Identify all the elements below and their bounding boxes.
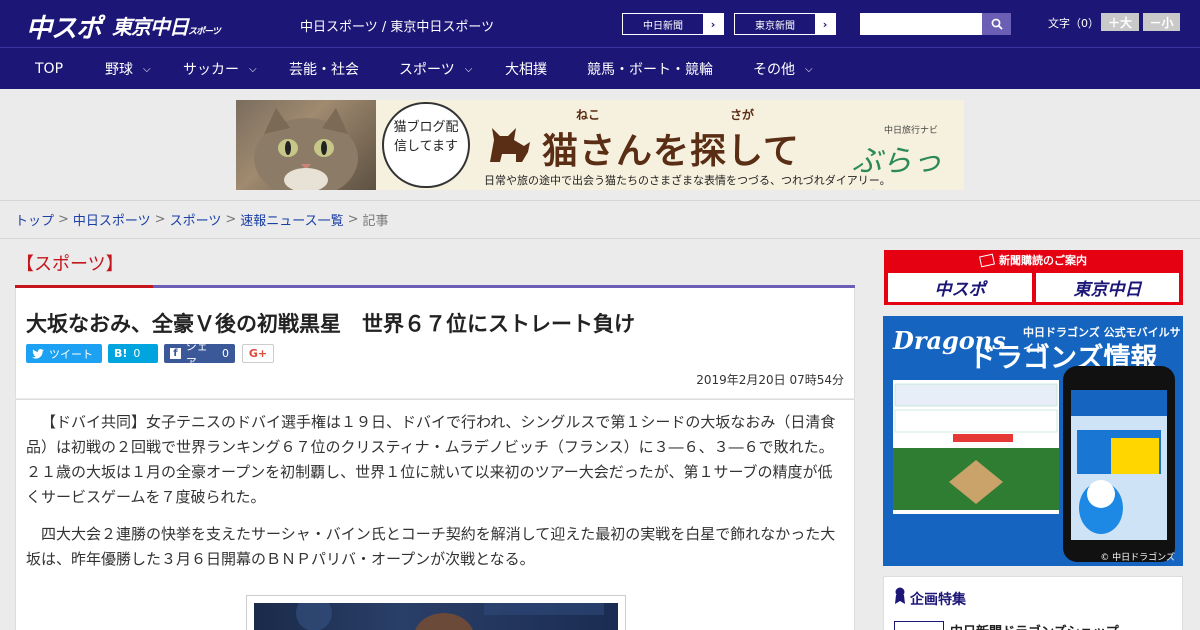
article-headline: 大坂なおみ、全豪Ｖ後の初戦黒星 世界６７位にストレート負け <box>26 312 635 336</box>
article-header: 大坂なおみ、全豪Ｖ後の初戦黒星 世界６７位にストレート負け ツイート B! 0 … <box>15 288 855 398</box>
search-icon <box>991 18 1003 30</box>
site-header: 中スポ 東京中日スポーツ 中日スポーツ / 東京中日スポーツ 中日新聞 › 東京… <box>0 0 1200 47</box>
search-button[interactable] <box>982 13 1011 35</box>
nav-label: TOP <box>35 61 64 77</box>
article-photo-frame <box>246 595 626 630</box>
feature-box: 企画特集 中日新聞ドラゴンズショップ <box>883 576 1183 630</box>
ruby-neko: ねこ <box>576 108 601 122</box>
cat-blog-banner-ad[interactable]: 猫ブログ配信してます ねこ さが 猫さんを探して 中日旅行ナビ ぶらっ人 日常や… <box>236 100 964 190</box>
nav-label: スポーツ <box>399 62 455 78</box>
link-label: 東京新聞 <box>755 20 795 32</box>
facebook-count: 0 <box>222 347 229 360</box>
article-photo-image <box>296 603 604 630</box>
chevron-down-icon: ⌵ <box>464 63 473 75</box>
nav-label: 芸能・社会 <box>289 62 359 78</box>
facebook-icon: f <box>170 348 181 359</box>
chevron-right-icon: › <box>815 14 835 34</box>
breadcrumb-chunichi-sports[interactable]: 中日スポーツ <box>73 210 151 229</box>
mascot-image <box>1071 390 1167 534</box>
dragons-mobile-ad[interactable]: Dragons 中日ドラゴンズ 公式モバイルサイト ドラゴンズ情報 © 中日ドラ… <box>883 316 1183 566</box>
nav-baseball[interactable]: 野球 ⌵ <box>105 48 151 90</box>
cat-silhouette-icon <box>490 128 530 162</box>
chunichi-shimbun-link[interactable]: 中日新聞 › <box>622 13 724 35</box>
nav-label: 野球 <box>105 62 133 78</box>
ribbon-icon <box>895 587 905 604</box>
nav-label: その他 <box>753 62 795 78</box>
blog-speech-bubble: 猫ブログ配信してます <box>382 102 470 188</box>
subscribe-chuspo-button[interactable]: 中スポ <box>888 273 1032 302</box>
tokyo-logo-text: 東京中日 <box>112 15 189 39</box>
dragons-copyright: © 中日ドラゴンズ <box>1100 553 1175 563</box>
nav-others[interactable]: その他 ⌵ <box>753 48 813 90</box>
google-plus-button[interactable]: G+ <box>242 344 274 363</box>
breadcrumb-sports[interactable]: スポーツ <box>170 210 222 229</box>
tweet-label: ツイート <box>49 347 93 361</box>
subscribe-tokyo-chunichi-button[interactable]: 東京中日 <box>1036 273 1179 302</box>
smartphone-screen <box>1071 390 1167 540</box>
subscription-title-text: 新聞購読のご案内 <box>999 254 1087 267</box>
hatena-count: 0 <box>133 347 141 360</box>
facebook-share-button[interactable]: f シェア 0 <box>164 340 235 369</box>
font-bigger-button[interactable]: ＋大 <box>1101 13 1139 31</box>
ruby-saga: さが <box>730 108 755 122</box>
chevron-down-icon: ⌵ <box>249 63 257 75</box>
font-smaller-button[interactable]: －小 <box>1143 13 1180 31</box>
tokyo-logo-small: スポーツ <box>188 27 221 37</box>
tokyo-shimbun-link[interactable]: 東京新聞 › <box>734 13 836 35</box>
breadcrumb-separator: > <box>347 212 359 227</box>
global-nav: TOP 野球 ⌵ サッカー ⌵ 芸能・社会 スポーツ ⌵ 大相撲 競馬・ボート・競輪 … <box>0 47 1200 89</box>
article-paragraph: 四大大会２連勝の快挙を支えたサーシャ・バイン氏とコーチ契約を解消して迎えた最初の… <box>26 525 836 568</box>
nav-top[interactable]: TOP <box>35 48 63 90</box>
chevron-right-icon: › <box>703 14 723 34</box>
chevron-down-icon: ⌵ <box>143 63 151 75</box>
subscription-title: 新聞購読のご案内 <box>884 250 1183 270</box>
breadcrumb-separator: > <box>225 212 237 227</box>
breadcrumb-separator: > <box>58 212 69 227</box>
google-plus-icon: G+ <box>248 347 268 360</box>
hatena-icon: B! <box>114 347 128 360</box>
twitter-bird-icon <box>32 348 44 359</box>
nav-soccer[interactable]: サッカー ⌵ <box>183 48 257 90</box>
smartphone-mockup <box>1063 366 1175 562</box>
nav-sports[interactable]: スポーツ ⌵ <box>399 48 472 90</box>
breadcrumb-separator: > <box>154 212 166 227</box>
section-title: 【スポーツ】 <box>16 254 124 275</box>
nav-sumo[interactable]: 大相撲 <box>505 48 547 90</box>
nav-label: 競馬・ボート・競輪 <box>587 62 713 78</box>
breadcrumb-top[interactable]: トップ <box>15 210 54 229</box>
hatena-bookmark-button[interactable]: B! 0 <box>108 344 158 363</box>
cat-face-image <box>254 108 358 190</box>
font-size-label: 文字（0） <box>1048 17 1099 30</box>
banner-headline: 猫さんを探して <box>542 131 800 172</box>
article-body: 【ドバイ共同】女子テニスのドバイ選手権は１９日、ドバイで行われ、シングルスで第１… <box>15 399 855 630</box>
cat-photo <box>236 100 376 190</box>
breadcrumb: トップ > 中日スポーツ > スポーツ > 速報ニュース一覧 > 記事 <box>0 200 1200 239</box>
facebook-label: シェア <box>185 339 208 369</box>
tokyo-chunichi-logo[interactable]: 東京中日スポーツ <box>112 11 221 40</box>
dragons-score-screen <box>893 372 1059 542</box>
nav-racing[interactable]: 競馬・ボート・競輪 <box>587 48 713 90</box>
banner-brand-small: 中日旅行ナビ <box>884 126 939 136</box>
nav-label: 大相撲 <box>505 62 547 78</box>
link-label: 中日新聞 <box>643 20 683 32</box>
nav-label: サッカー <box>183 62 239 78</box>
scoreboard-image <box>893 372 1059 542</box>
site-title[interactable]: 中日スポーツ / 東京中日スポーツ <box>300 16 494 35</box>
chuspo-logo[interactable]: 中スポ <box>26 8 102 45</box>
article-paragraph: 【ドバイ共同】女子テニスのドバイ選手権は１９日、ドバイで行われ、シングルスで第１… <box>26 413 836 506</box>
banner-subtext: 日常や旅の途中で出会う猫たちのさまざまな表情をつづる、つれづれダイアリー。 <box>484 174 891 187</box>
search-input[interactable] <box>860 13 982 35</box>
feature-title: 企画特集 <box>910 592 966 608</box>
feature-thumbnail[interactable] <box>894 621 944 630</box>
nav-entertainment[interactable]: 芸能・社会 <box>289 48 359 90</box>
article-date: 2019年2月20日 07時54分 <box>696 373 844 387</box>
breadcrumb-news-list[interactable]: 速報ニュース一覧 <box>240 210 343 229</box>
tweet-button[interactable]: ツイート <box>26 344 102 363</box>
subscription-box: 新聞購読のご案内 中スポ 東京中日 <box>884 250 1183 305</box>
newspaper-icon <box>979 253 995 267</box>
article-photo[interactable] <box>254 603 618 630</box>
feature-item-dragons-shop[interactable]: 中日新聞ドラゴンズショップ <box>950 621 1119 630</box>
chevron-down-icon: ⌵ <box>805 63 813 75</box>
breadcrumb-current: 記事 <box>362 214 389 229</box>
